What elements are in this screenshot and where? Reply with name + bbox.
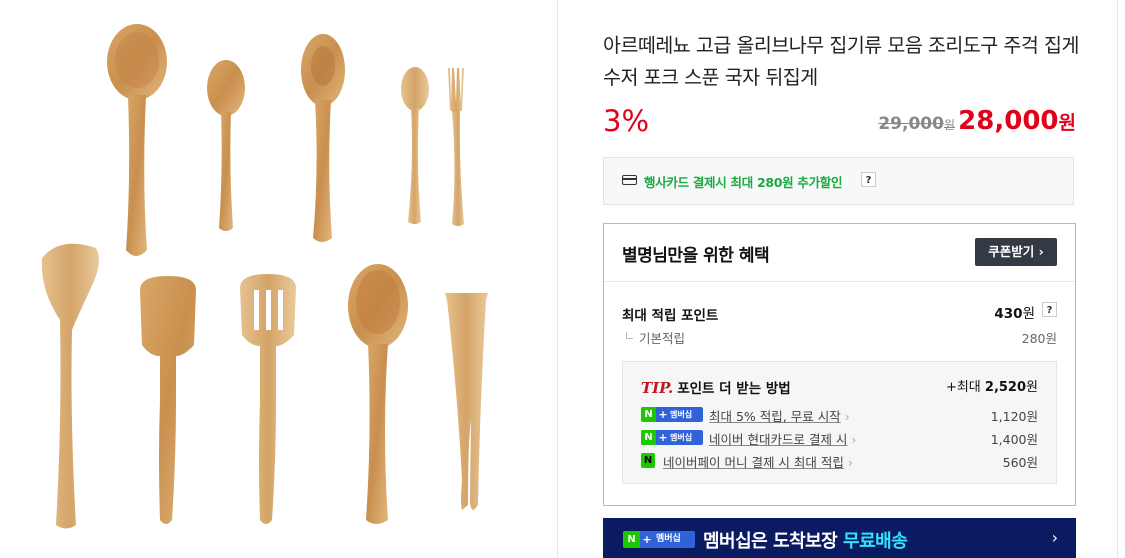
tip-row-membership[interactable]: N + 멤버십 최대 5% 적립, 무료 시작 › 1,120원: [641, 406, 1038, 426]
tip-row-label[interactable]: 네이버 현대카드로 결제 시 ›: [709, 429, 856, 448]
card-promo-box: 행사카드 결제시 최대 280원 추가할인 ?: [603, 157, 1074, 205]
chevron-right-icon: ›: [851, 432, 857, 447]
basic-points-text: 기본적립: [639, 331, 686, 346]
original-price: 29,000원: [878, 114, 955, 134]
divider: [604, 281, 1075, 282]
tip-row-label[interactable]: 최대 5% 적립, 무료 시작 ›: [709, 406, 850, 425]
slotted-turner-utensil: [240, 274, 296, 524]
turner-utensil: [140, 276, 196, 524]
free-shipping-highlight: 무료배송: [843, 531, 908, 552]
original-price-value: 29,000: [878, 114, 944, 134]
pointed-spatula-utensil: [41, 243, 99, 529]
tip-row-naverpay[interactable]: N 네이버페이 머니 결제 시 최대 적립 › 560원: [641, 452, 1038, 472]
membership-badge-icon: N + 멤버십: [641, 407, 703, 422]
tip-heading: TIP. 포인트 더 받는 방법: [641, 377, 791, 397]
sale-price-unit: 원: [1058, 112, 1076, 134]
membership-banner[interactable]: N + 멤버십 멤버십은 도착보장 무료배송 ›: [603, 518, 1076, 558]
tip-max-value: 2,520: [984, 380, 1027, 395]
deep-ladle-utensil: [348, 264, 408, 524]
membership-badge-icon: N + 멤버십: [641, 430, 703, 445]
benefit-title: 별명님만을 위한 혜택: [622, 246, 770, 266]
max-points-label: 최대 적립 포인트: [622, 308, 719, 324]
basic-points-value: 280원: [1021, 331, 1057, 346]
tip-max-prefix: +최대: [945, 380, 981, 395]
membership-banner-text: 멤버십은 도착보장 무료배송: [703, 531, 908, 552]
tip-title: 포인트 더 받는 방법: [677, 381, 791, 397]
tip-row-hyundai-card[interactable]: N + 멤버십 네이버 현대카드로 결제 시 › 1,400원: [641, 429, 1038, 449]
tip-row-label[interactable]: 네이버페이 머니 결제 시 최대 적립 ›: [663, 452, 853, 471]
tip-max-unit: 원: [1026, 380, 1038, 395]
membership-badge-icon: N + 멤버십: [623, 531, 695, 548]
fork-utensil: [448, 68, 464, 226]
card-promo-text: 행사카드 결제시 최대 280원 추가할인: [644, 175, 843, 190]
max-points-number: 430: [994, 306, 1023, 322]
tip-label: TIP.: [641, 379, 674, 397]
discount-rate: 3%: [603, 104, 650, 138]
teaspoon-utensil: [401, 67, 429, 224]
small-spoon-utensil: [207, 60, 245, 231]
tongs-utensil: [445, 293, 488, 510]
max-points-value: 430원: [994, 302, 1035, 322]
product-title: 아르떼레뇨 고급 올리브나무 집기류 모음 조리도구 주걱 집게 수저 포크 스…: [603, 34, 1079, 89]
sale-price: 28,000원: [958, 106, 1076, 136]
benefit-box: 별명님만을 위한 혜택 쿠폰받기 › 최대 적립 포인트 430원 ? 기본적립…: [603, 223, 1076, 506]
chevron-right-icon: ›: [844, 409, 850, 424]
right-border: [1117, 0, 1118, 558]
long-spoon-utensil: [301, 34, 345, 242]
card-promo-help-button[interactable]: ?: [861, 172, 876, 187]
tip-row-value: 1,400원: [990, 432, 1038, 447]
sale-price-value: 28,000: [958, 106, 1059, 136]
credit-card-icon: [622, 175, 637, 185]
tip-box: TIP. 포인트 더 받는 방법 +최대 2,520원 N + 멤버십 최대 5% 적…: [622, 361, 1057, 484]
naverpay-icon: N: [641, 453, 655, 468]
chevron-right-icon: ›: [847, 455, 853, 470]
ladle-utensil: [107, 24, 167, 256]
product-image: [41, 24, 488, 529]
chevron-right-icon[interactable]: ›: [1052, 528, 1058, 547]
max-points-unit: 원: [1022, 306, 1035, 322]
tip-row-value: 560원: [1002, 455, 1038, 470]
tip-max-points: +최대 2,520원: [946, 376, 1038, 395]
tree-corner-icon: [626, 332, 633, 339]
coupon-button[interactable]: 쿠폰받기 ›: [975, 238, 1057, 266]
product-image-panel[interactable]: [0, 0, 558, 558]
original-price-unit: 원: [943, 118, 955, 132]
tip-row-value: 1,120원: [990, 409, 1038, 424]
basic-points-label: 기본적립: [626, 328, 685, 347]
max-points-help-button[interactable]: ?: [1042, 302, 1057, 317]
